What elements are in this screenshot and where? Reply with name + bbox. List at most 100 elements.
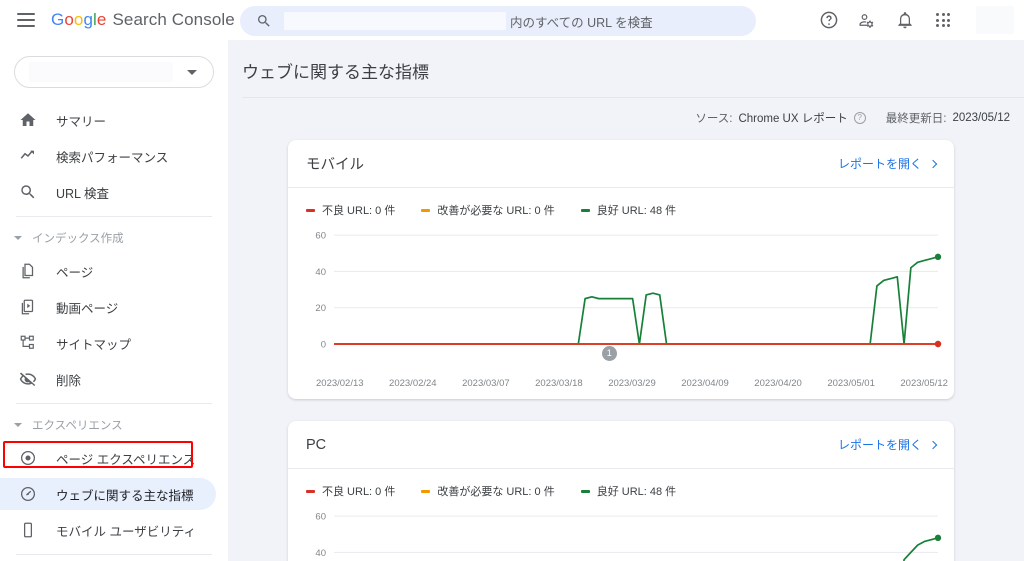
chart-legend: 不良 URL: 0 件 改善が必要な URL: 0 件 良好 URL: 48 件 <box>288 188 954 222</box>
search-icon <box>18 182 38 202</box>
sidebar-divider <box>16 216 212 217</box>
sidebar-item-label: ページ エクスペリエンス <box>56 452 196 467</box>
svg-text:40: 40 <box>315 548 326 559</box>
legend-label: 改善が必要な URL: 0 件 <box>437 486 555 498</box>
sidebar-item-6[interactable]: 動画ページ <box>0 291 216 323</box>
sidebar-item-1[interactable]: 検索パフォーマンス <box>0 140 216 172</box>
sidebar-item-label: サマリー <box>56 114 107 129</box>
mobile-phone-icon <box>18 520 38 540</box>
search-input[interactable] <box>284 12 506 30</box>
logo-letter-o2: o <box>73 10 84 29</box>
svg-text:60: 60 <box>315 231 326 242</box>
home-icon <box>18 110 38 130</box>
legend-color-swatch <box>580 489 590 493</box>
sidebar-item-12[interactable]: ウェブに関する主な指標 <box>0 478 216 510</box>
card-header: モバイル レポートを開く <box>288 140 954 188</box>
property-selector-value <box>29 62 173 82</box>
main-header: ウェブに関する主な指標 ソース: Chrome UX レポート ? 最終更新日:… <box>228 40 1024 126</box>
help-icon[interactable] <box>818 9 840 31</box>
search-console-page: Google Search Console 内のすべての URL を検査 サマリ… <box>0 0 1024 561</box>
chevron-down-icon <box>187 69 197 75</box>
legend-label: 改善が必要な URL: 0 件 <box>437 205 555 217</box>
info-icon[interactable]: ? <box>853 112 866 124</box>
notifications-bell-icon[interactable] <box>894 9 916 31</box>
open-report-label: レポートを開く <box>837 157 922 171</box>
x-axis-tick: 2023/04/09 <box>681 378 729 389</box>
chevron-down-icon <box>14 423 22 427</box>
property-selector[interactable] <box>14 56 214 88</box>
legend-label: 良好 URL: 48 件 <box>596 205 677 217</box>
chart-legend: 不良 URL: 0 件 改善が必要な URL: 0 件 良好 URL: 48 件 <box>288 469 954 503</box>
card-header: PC レポートを開く <box>288 421 954 469</box>
sidebar-section-4[interactable]: インデックス作成 <box>0 225 228 251</box>
sidebar-section-label: インデックス作成 <box>32 233 124 245</box>
metrics-card-0: モバイル レポートを開く不良 URL: 0 件 改善が必要な URL: 0 件 良好 … <box>288 140 954 399</box>
cards-container: モバイル レポートを開く 不良 URL: 0 件改善が必要な URL: 0 件良好 … <box>228 126 1024 561</box>
avatar[interactable] <box>976 6 1014 34</box>
google-search-console-logo: Google Search Console <box>51 10 235 30</box>
svg-text:40: 40 <box>315 267 326 278</box>
sidebar-item-0[interactable]: サマリー <box>0 104 216 136</box>
sidebar-item-label: 検索パフォーマンス <box>56 150 169 165</box>
product-name: Search Console <box>112 10 235 29</box>
hamburger-menu-icon[interactable] <box>17 13 35 27</box>
page-experience-icon <box>18 448 38 468</box>
x-axis-tick: 2023/03/07 <box>462 378 510 389</box>
core-web-vitals-speedometer-icon <box>18 484 38 504</box>
chart-annotation-marker[interactable]: 1 <box>601 346 617 361</box>
sidebar-item-label: サイトマップ <box>56 337 132 352</box>
logo-letter-o1: o <box>64 10 74 29</box>
sidebar-item-label: モバイル ユーザビリティ <box>56 524 196 539</box>
x-axis: 2023/02/13 2023/02/24 2023/03/07 2023/03/18… <box>288 376 954 399</box>
sidebar-item-2[interactable]: URL 検査 <box>0 176 216 208</box>
legend-item-2: 良好 URL: 48 件 <box>580 202 677 218</box>
sidebar-item-label: URL 検査 <box>56 186 110 201</box>
x-axis-tick: 2023/05/12 <box>900 378 948 389</box>
legend-item-0: 不良 URL: 0 件 <box>306 202 395 218</box>
account-settings-icon[interactable] <box>856 9 878 31</box>
sitemap-icon <box>18 333 38 353</box>
legend-color-swatch <box>421 489 431 493</box>
x-axis-tick: 2023/05/01 <box>827 378 875 389</box>
main-content: ウェブに関する主な指標 ソース: Chrome UX レポート ? 最終更新日:… <box>228 40 1024 561</box>
top-app-bar: Google Search Console 内のすべての URL を検査 <box>0 0 1024 40</box>
search-icon <box>256 13 272 29</box>
sidebar-item-7[interactable]: サイトマップ <box>0 327 216 359</box>
legend-color-swatch <box>306 489 315 493</box>
source-value: Chrome UX レポート <box>738 113 848 125</box>
top-bar-icons <box>818 0 1014 40</box>
legend-label: 不良 URL: 0 件 <box>322 205 396 217</box>
chevron-right-icon <box>928 159 938 168</box>
pages-icon <box>18 261 38 281</box>
x-axis-tick: 2023/03/18 <box>535 378 583 389</box>
sidebar-item-5[interactable]: ページ <box>0 255 216 287</box>
open-report-link[interactable]: レポートを開く <box>837 436 938 453</box>
sidebar-divider <box>16 554 212 555</box>
sidebar-item-11[interactable]: ページ エクスペリエンス <box>0 442 216 474</box>
open-report-link[interactable]: レポートを開く <box>837 155 938 172</box>
google-apps-icon[interactable] <box>932 9 954 31</box>
open-report-label: レポートを開く <box>837 438 922 452</box>
removals-eye-off-icon <box>18 369 38 389</box>
svg-text:0: 0 <box>321 340 326 351</box>
logo-letter-e: e <box>96 10 107 29</box>
updated-value: 2023/05/12 <box>952 112 1010 124</box>
x-axis-tick: 2023/03/29 <box>608 378 656 389</box>
svg-text:20: 20 <box>315 303 326 314</box>
x-axis-tick: 2023/02/24 <box>389 378 437 389</box>
source-label: ソース: <box>695 113 733 125</box>
url-inspection-search-bar[interactable]: 内のすべての URL を検査 <box>240 6 756 36</box>
sidebar-section-10[interactable]: エクスペリエンス <box>0 412 228 438</box>
trending-up-icon <box>18 146 38 166</box>
sidebar-item-8[interactable]: 削除 <box>0 363 216 395</box>
sidebar-item-label: ページ <box>56 265 94 280</box>
sidebar-divider <box>16 403 212 404</box>
sidebar-item-label: ウェブに関する主な指標 <box>56 488 194 503</box>
sidebar-item-13[interactable]: モバイル ユーザビリティ <box>0 514 216 546</box>
legend-item-2: 良好 URL: 48 件 <box>580 483 676 499</box>
x-axis-tick: 2023/04/20 <box>754 378 802 389</box>
svg-text:60: 60 <box>315 512 326 523</box>
legend-item-0: 不良 URL: 0 件 <box>306 483 395 499</box>
chart-plot-area: 0 20 40 60 1 <box>306 226 942 376</box>
video-pages-icon <box>18 297 38 317</box>
